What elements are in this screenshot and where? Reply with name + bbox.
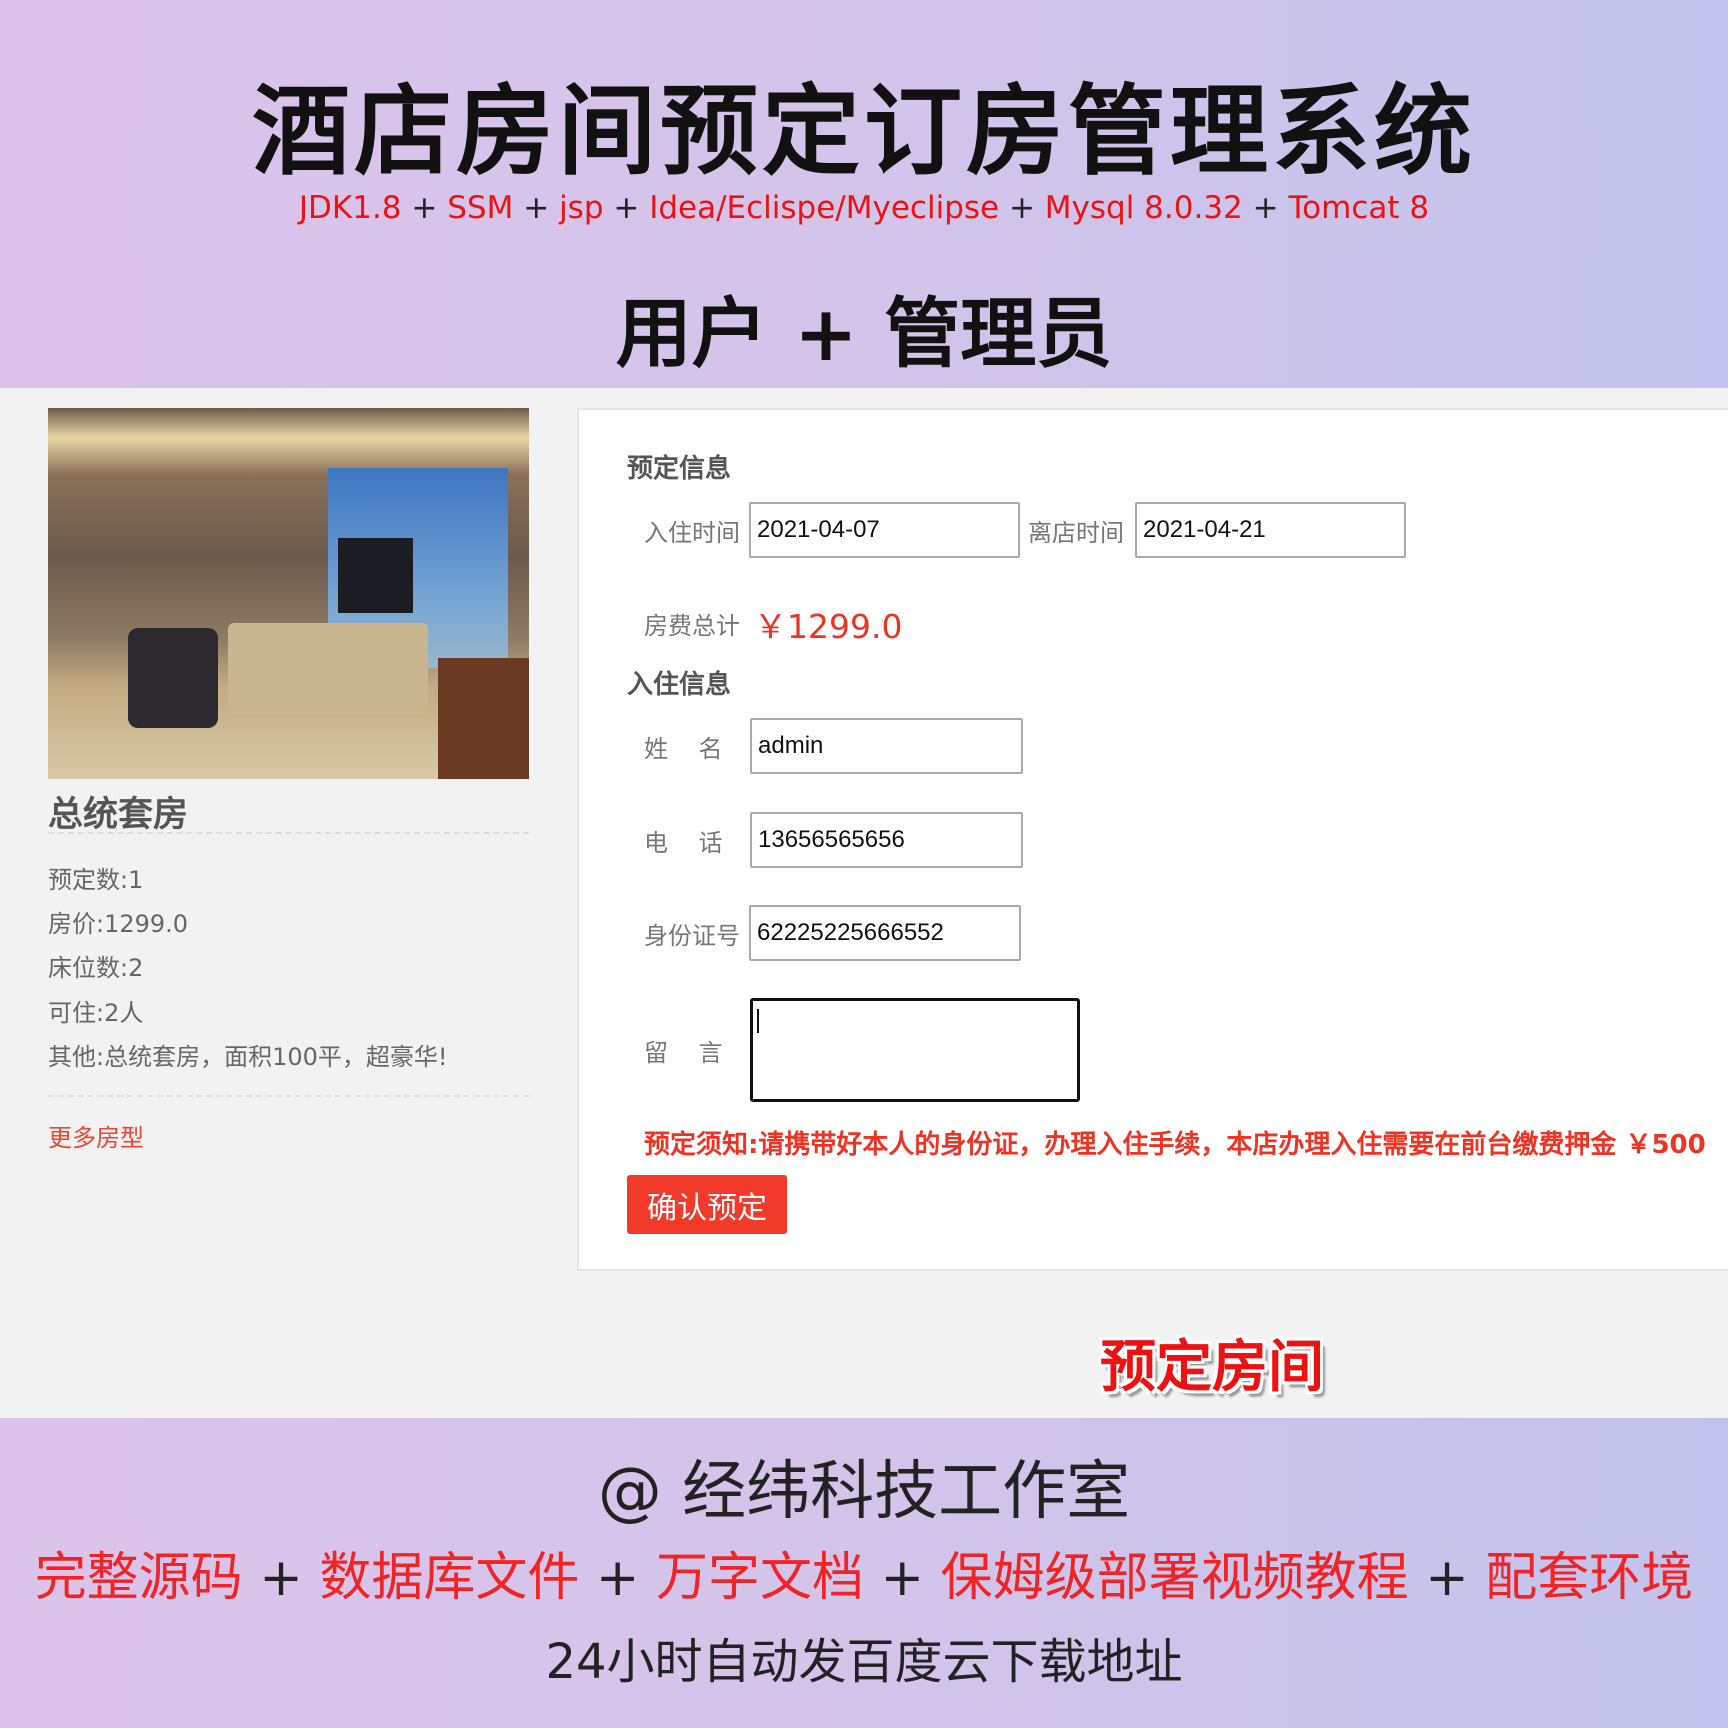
tech-item: Idea/Eclispe/Myeclipse — [649, 190, 1000, 226]
phone-label: 电 话 — [644, 829, 723, 857]
room-photo — [48, 408, 529, 779]
room-name: 总统套房 — [48, 795, 189, 835]
section-guest-info: 入住信息 — [627, 670, 732, 700]
section-booking-info: 预定信息 — [627, 454, 732, 484]
tech-item: jsp — [559, 190, 604, 226]
feature-caption: 预定房间 — [1100, 1335, 1324, 1400]
total-label: 房费总计 — [644, 612, 740, 640]
plus: + — [411, 190, 438, 226]
room-info: 床位数:2 — [48, 954, 144, 982]
divider — [48, 832, 529, 834]
feature-item: 配套环境 — [1485, 1548, 1694, 1608]
checkout-date-input[interactable]: 2021-04-21 — [1135, 502, 1406, 558]
feature-item: 完整源码 — [34, 1548, 243, 1608]
id-label: 身份证号 — [644, 922, 740, 950]
feature-item: 万字文档 — [655, 1548, 864, 1608]
plus: + — [1252, 190, 1279, 226]
phone-input[interactable]: 13656565656 — [750, 812, 1023, 868]
name-input[interactable]: admin — [750, 718, 1023, 774]
roles-heading: 用户 + 管理员 — [615, 289, 1113, 378]
booking-notice: 预定须知:请携带好本人的身份证，办理入住手续，本店办理入住需要在前台缴费押金 ￥… — [644, 1130, 1706, 1160]
tech-stack: JDK1.8 + SSM + jsp + Idea/Eclispe/Myecli… — [0, 190, 1728, 226]
page-title: 酒店房间预定订房管理系统 — [251, 75, 1476, 189]
download-note: 24小时自动发百度云下载地址 — [545, 1634, 1183, 1690]
tech-item: Tomcat 8 — [1288, 190, 1430, 226]
text-cursor — [757, 1009, 759, 1033]
room-info: 其他:总统套房，面积100平，超豪华! — [48, 1043, 448, 1071]
feature-item: 数据库文件 — [319, 1548, 580, 1608]
checkout-label: 离店时间 — [1028, 519, 1124, 547]
studio-name: @ 经纬科技工作室 — [597, 1455, 1131, 1529]
message-textarea[interactable] — [750, 998, 1080, 1102]
room-info: 可住:2人 — [48, 999, 144, 1027]
total-price: ￥1299.0 — [754, 607, 903, 646]
confirm-booking-button[interactable]: 确认预定 — [627, 1175, 787, 1234]
id-number-input[interactable]: 62225225666552 — [749, 905, 1021, 961]
more-room-types-link[interactable]: 更多房型 — [48, 1118, 144, 1153]
plus: + — [880, 1548, 925, 1608]
plus: + — [523, 190, 550, 226]
plus: + — [259, 1548, 303, 1608]
plus: + — [1008, 190, 1035, 226]
tech-item: SSM — [447, 190, 514, 226]
plus: + — [613, 190, 640, 226]
name-label: 姓 名 — [644, 735, 723, 763]
message-label: 留 言 — [644, 1039, 723, 1067]
plus: + — [1425, 1548, 1469, 1608]
checkin-label: 入住时间 — [644, 519, 740, 547]
room-info: 预定数:1 — [48, 866, 144, 894]
checkin-date-input[interactable]: 2021-04-07 — [749, 502, 1020, 558]
tech-item: JDK1.8 — [298, 190, 402, 226]
tech-item: Mysql 8.0.32 — [1044, 190, 1243, 226]
divider — [48, 1095, 529, 1097]
plus: + — [595, 1548, 640, 1608]
room-info: 房价:1299.0 — [48, 910, 189, 938]
feature-item: 保姆级部署视频教程 — [940, 1548, 1409, 1608]
features-line: 完整源码 + 数据库文件 + 万字文档 + 保姆级部署视频教程 + 配套环境 — [0, 1535, 1728, 1610]
